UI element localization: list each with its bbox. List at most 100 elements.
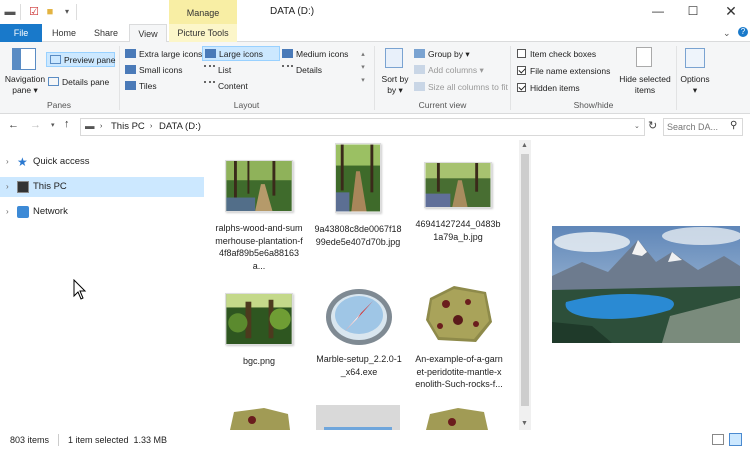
search-icon: ⚲ [730, 120, 738, 131]
file-name: bgc.png [242, 356, 276, 366]
ribbon: Navigation pane ▾ Preview pane Details p… [0, 42, 750, 114]
file-item[interactable]: An-example-of-a-garnet-peridotite-mantle… [414, 284, 504, 391]
layout-details[interactable]: Details [282, 63, 322, 78]
layout-content[interactable]: Content [204, 79, 248, 94]
details-view-icon[interactable] [712, 434, 724, 445]
nav-item-this-pc[interactable]: › This PC [0, 177, 204, 197]
divider [20, 4, 21, 20]
large-icons-view-icon[interactable] [729, 433, 742, 446]
mountain-lake-preview-image [552, 226, 740, 343]
file-item[interactable]: ralphs-wood-and-summerhouse-plantation-f… [214, 160, 304, 272]
customize-toolbar-icon[interactable]: ▾ [60, 5, 74, 19]
add-columns-button[interactable]: Add columns ▾ [414, 63, 484, 78]
window-title: DATA (D:) [270, 6, 315, 17]
item-count: 803 items [10, 435, 50, 445]
recent-locations-icon[interactable]: ▾ [51, 121, 55, 129]
chevron-right-icon[interactable]: › [6, 202, 9, 222]
compass-app-icon [326, 289, 392, 345]
tab-share[interactable]: Share [88, 24, 124, 42]
layout-tiles[interactable]: Tiles [125, 79, 157, 94]
group-by-button[interactable]: Group by ▾ [414, 47, 470, 62]
manage-context-label[interactable]: Manage [169, 0, 237, 24]
tab-view[interactable]: View [129, 24, 167, 43]
panes-group-label: Panes [46, 100, 72, 110]
forward-button[interactable]: → [30, 119, 41, 131]
ribbon-tab-row: File Home Share View Picture Tools ⌄ ? [0, 24, 750, 43]
vertical-scrollbar[interactable]: ▲ ▼ [519, 140, 531, 430]
scroll-up-icon[interactable]: ▲ [521, 142, 528, 149]
back-button[interactable]: ← [8, 119, 19, 131]
drive-icon: ▬ [4, 6, 16, 18]
size-all-columns-button[interactable]: Size all columns to fit [414, 80, 508, 95]
nav-item-network[interactable]: › Network [0, 202, 204, 222]
file-item[interactable]: 46941427244_0483b1a79a_b.jpg [413, 162, 503, 243]
preview-pane [531, 140, 750, 430]
search-box[interactable]: ⚲ [663, 118, 743, 136]
details-pane-icon [48, 77, 59, 86]
forest-path-thumbnail [225, 160, 293, 212]
layout-large-icons[interactable]: Large icons [202, 46, 280, 61]
chevron-right-icon: › [150, 123, 153, 130]
sort-by-button[interactable]: Sort by by ▾ [380, 74, 410, 96]
navigation-pane-icon[interactable] [12, 48, 36, 70]
layout-gallery-scroll[interactable]: ▴ ▾ ▾ [358, 48, 368, 92]
chevron-right-icon[interactable]: › [6, 152, 9, 172]
forest-path-thumbnail [335, 143, 381, 213]
layout-medium-icons[interactable]: Medium icons [282, 47, 348, 62]
layout-extra-large-icons[interactable]: Extra large icons [125, 47, 202, 62]
chevron-right-icon[interactable]: › [6, 177, 9, 197]
layout-group-label: Layout [233, 100, 260, 110]
nav-item-quick-access[interactable]: › ★ Quick access [0, 152, 204, 172]
tab-picture-tools[interactable]: Picture Tools [169, 24, 237, 42]
help-icon[interactable]: ? [738, 27, 748, 37]
file-item[interactable]: 9a43808c8de0067f1899ede5e407d70b.jpg [313, 143, 403, 248]
close-button[interactable]: ✕ [711, 0, 750, 24]
mouse-cursor-icon [73, 279, 87, 300]
file-name: 46941427244_0483b1a79a_b.jpg [415, 219, 501, 242]
sort-by-icon[interactable] [385, 48, 403, 68]
item-check-boxes-toggle[interactable]: Item check boxes [517, 47, 596, 62]
maximize-button[interactable]: ☐ [673, 0, 713, 24]
layout-list[interactable]: List [204, 63, 231, 78]
garnet-rock-thumbnail [426, 286, 492, 342]
selected-file-item[interactable] [316, 405, 400, 430]
address-bar[interactable]: ▬ › This PC › DATA (D:) ⌄ [80, 118, 645, 136]
checkbox [517, 49, 526, 58]
file-item[interactable]: bgc.png [214, 293, 304, 368]
hide-selected-items-button[interactable]: Hide selected items [618, 74, 672, 96]
search-input[interactable] [667, 120, 727, 134]
breadcrumb-this-pc[interactable]: This PC [111, 119, 145, 135]
scroll-down-icon[interactable]: ▼ [521, 420, 528, 427]
preview-pane-button[interactable]: Preview pane [46, 52, 116, 67]
divider [76, 4, 77, 20]
file-name-extensions-toggle[interactable]: File name extensions [517, 64, 610, 79]
star-icon: ★ [17, 155, 28, 169]
refresh-button[interactable]: ↻ [648, 119, 657, 132]
details-pane-button[interactable]: Details pane [48, 75, 109, 90]
hidden-items-toggle[interactable]: Hidden items [517, 81, 580, 96]
chevron-right-icon: › [100, 123, 103, 130]
layout-small-icons[interactable]: Small icons [125, 63, 182, 78]
address-dropdown-icon[interactable]: ⌄ [634, 119, 640, 135]
new-folder-icon[interactable]: ■ [43, 5, 57, 19]
file-name: Marble-setup_2.2.0-1_x64.exe [316, 354, 402, 377]
breadcrumb-data-drive[interactable]: DATA (D:) [159, 119, 201, 135]
properties-icon[interactable]: ☑ [27, 5, 41, 19]
navigation-pane-button[interactable]: Navigation pane ▾ [2, 74, 48, 96]
status-bar: 803 items 1 item selected 1.33 MB [0, 430, 750, 451]
file-name: 9a43808c8de0067f1899ede5e407d70b.jpg [314, 224, 402, 247]
rock-thumbnail[interactable] [422, 408, 492, 430]
options-button[interactable]: Options ▾ [678, 74, 712, 96]
minimize-button[interactable]: — [638, 0, 678, 24]
details-pane-label: Details pane [62, 77, 110, 87]
tab-home[interactable]: Home [46, 24, 82, 42]
up-button[interactable]: ↑ [64, 118, 70, 130]
file-list: ralphs-wood-and-summerhouse-plantation-f… [206, 140, 519, 430]
collapse-ribbon-icon[interactable]: ⌄ [723, 28, 731, 39]
scrollbar-thumb[interactable] [521, 154, 529, 406]
file-item[interactable]: Marble-setup_2.2.0-1_x64.exe [314, 287, 404, 378]
rock-thumbnail[interactable] [224, 408, 294, 430]
tab-file[interactable]: File [0, 24, 42, 42]
address-row: ← → ▾ ↑ ▬ › This PC › DATA (D:) ⌄ ↻ ⚲ [0, 114, 750, 140]
checkbox-checked [517, 83, 526, 92]
